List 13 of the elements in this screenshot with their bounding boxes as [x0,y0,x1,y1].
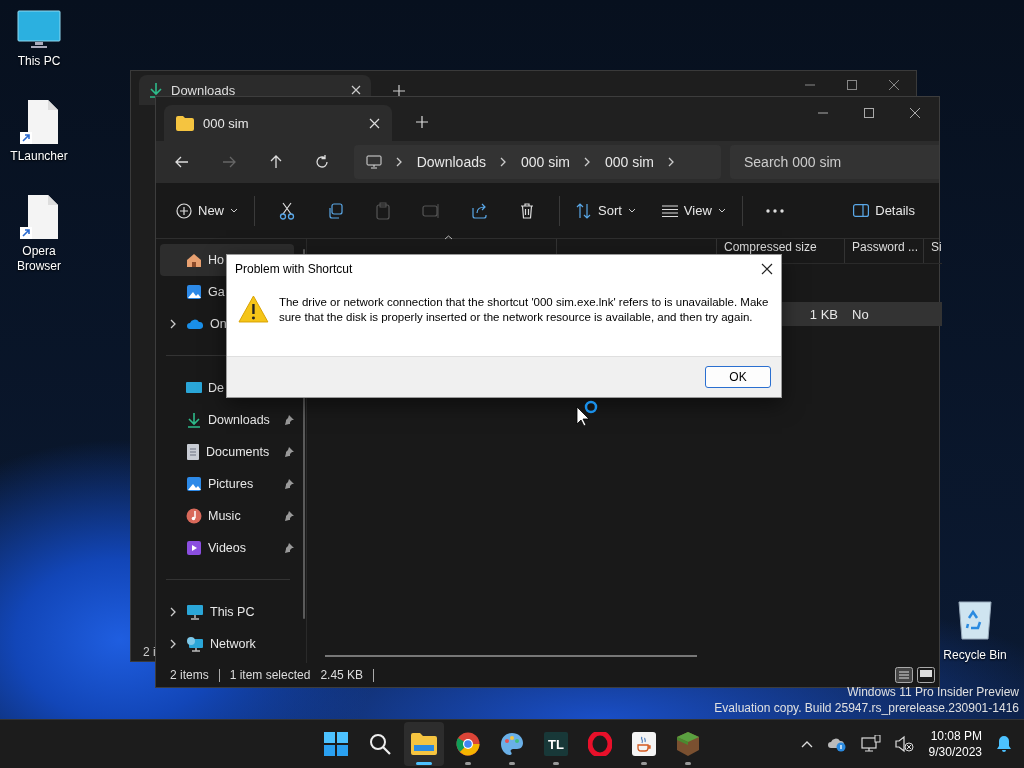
table-cell: No [852,306,869,322]
selection-count: 1 item selected [229,668,311,682]
tab-title: 000 sim [203,115,249,131]
table-cell: 1 KB [809,306,838,322]
dialog-message: The drive or network connection that the shortcut '000 sim.exe.lnk' refers to is unavailable. Make sure that the disk is properly inserted or the network resource is available, and then try again. [278,295,770,325]
selection-size: 2.45 KB [320,668,364,682]
status-text: 2 i [143,645,156,659]
item-count: 2 items [170,668,209,682]
dialog-title: Problem with Shortcut [235,262,353,276]
tab-title: Downloads [171,82,236,98]
os-watermark-text: Windows 11 Pro Insider Preview [847,684,1019,700]
os-watermark-text: Evaluation copy. Build 25947.rs_prerelease.230901-1416 [714,700,1019,716]
app-logo: TL [544,732,568,756]
